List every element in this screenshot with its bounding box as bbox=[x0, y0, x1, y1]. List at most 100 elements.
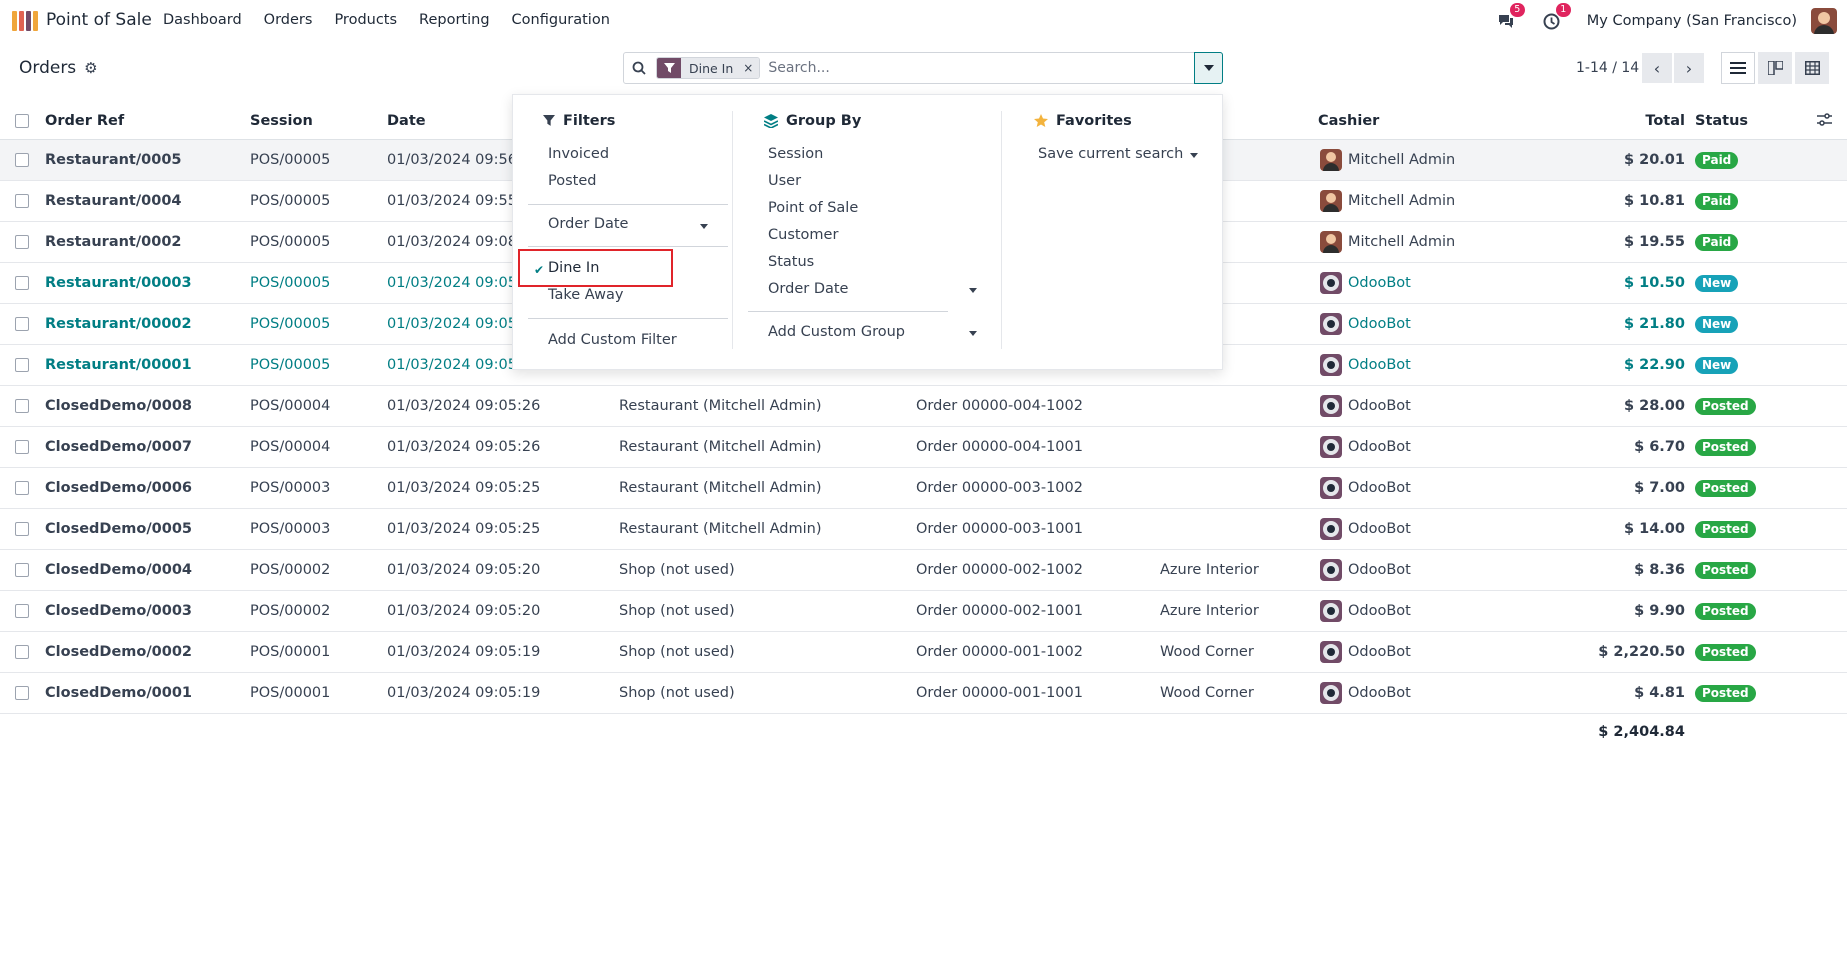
order-ref: ClosedDemo/0005 bbox=[45, 521, 193, 537]
gear-icon[interactable]: ⚙ bbox=[84, 59, 97, 77]
filter-posted[interactable]: Posted bbox=[548, 173, 596, 189]
messages-badge: 5 bbox=[1509, 3, 1525, 17]
filter-order-date[interactable]: Order Date bbox=[548, 216, 628, 232]
status-badge: Posted bbox=[1695, 643, 1756, 661]
session: POS/00005 bbox=[250, 193, 331, 209]
search-bar: Dine In × bbox=[623, 52, 1223, 84]
menu-dashboard[interactable]: Dashboard bbox=[163, 12, 242, 28]
cashier-name: OdooBot bbox=[1348, 603, 1411, 619]
row-checkbox[interactable] bbox=[15, 317, 29, 331]
order-ref: Restaurant/00001 bbox=[45, 357, 192, 373]
col-cashier[interactable]: Cashier bbox=[1318, 113, 1379, 129]
cashier-avatar bbox=[1320, 600, 1342, 622]
cashier-name: OdooBot bbox=[1348, 398, 1411, 414]
kanban-view-button[interactable] bbox=[1758, 52, 1792, 84]
menu-products[interactable]: Products bbox=[334, 12, 397, 28]
pager-value[interactable]: 1-14 / 14 bbox=[1576, 60, 1639, 76]
col-date[interactable]: Date bbox=[387, 113, 426, 129]
order-total: $ 20.01 bbox=[1623, 152, 1685, 168]
groupby-status[interactable]: Status bbox=[768, 254, 814, 270]
cashier-name: OdooBot bbox=[1348, 521, 1411, 537]
systray: 5 1 My Company (San Francisco) bbox=[1495, 0, 1847, 42]
menu-orders[interactable]: Orders bbox=[264, 12, 313, 28]
row-checkbox[interactable] bbox=[15, 399, 29, 413]
row-checkbox[interactable] bbox=[15, 563, 29, 577]
row-checkbox[interactable] bbox=[15, 604, 29, 618]
row-checkbox[interactable] bbox=[15, 358, 29, 372]
groupby-customer[interactable]: Customer bbox=[768, 227, 838, 243]
status-badge: Posted bbox=[1695, 561, 1756, 579]
filter-invoiced[interactable]: Invoiced bbox=[548, 146, 609, 162]
facet-remove-icon[interactable]: × bbox=[743, 61, 753, 75]
table-row[interactable]: ClosedDemo/0008 POS/00004 01/03/2024 09:05… bbox=[0, 386, 1847, 427]
caret-down-icon[interactable] bbox=[969, 331, 977, 336]
messages-icon[interactable]: 5 bbox=[1495, 3, 1525, 32]
menu-reporting[interactable]: Reporting bbox=[419, 12, 490, 28]
status-badge: Posted bbox=[1695, 479, 1756, 497]
favorites-header: Favorites bbox=[1034, 113, 1132, 129]
table-row[interactable]: ClosedDemo/0003 POS/00002 01/03/2024 09:05… bbox=[0, 591, 1847, 632]
cashier-name[interactable]: OdooBot bbox=[1348, 316, 1411, 332]
order-ref: Restaurant/0002 bbox=[45, 234, 182, 250]
order-date: 01/03/2024 09:56:4 bbox=[387, 152, 532, 168]
table-row[interactable]: ClosedDemo/0001 POS/00001 01/03/2024 09:05… bbox=[0, 673, 1847, 714]
groupby-point-of-sale[interactable]: Point of Sale bbox=[768, 200, 858, 216]
status-badge: New bbox=[1695, 356, 1739, 374]
col-total[interactable]: Total bbox=[1645, 113, 1685, 129]
cashier-name: Mitchell Admin bbox=[1348, 193, 1456, 209]
top-navbar: Point of Sale Dashboard Orders Products … bbox=[0, 0, 1847, 42]
save-current-search[interactable]: Save current search bbox=[1038, 146, 1183, 162]
row-checkbox[interactable] bbox=[15, 686, 29, 700]
search-icon[interactable] bbox=[624, 61, 654, 75]
optional-columns-icon[interactable] bbox=[1817, 112, 1832, 130]
order-ref: ClosedDemo/0007 bbox=[45, 439, 193, 455]
search-input[interactable] bbox=[760, 53, 1222, 83]
company-switcher[interactable]: My Company (San Francisco) bbox=[1587, 13, 1797, 29]
table-row[interactable]: ClosedDemo/0004 POS/00002 01/03/2024 09:05… bbox=[0, 550, 1847, 591]
row-checkbox[interactable] bbox=[15, 235, 29, 249]
user-avatar[interactable] bbox=[1811, 8, 1837, 34]
add-custom-filter[interactable]: Add Custom Filter bbox=[548, 332, 677, 348]
row-checkbox[interactable] bbox=[15, 440, 29, 454]
search-options-panel: Filters Invoiced Posted Order Date ✔ Din… bbox=[512, 94, 1223, 370]
groupby-order-date[interactable]: Order Date bbox=[768, 281, 848, 297]
customer: Azure Interior bbox=[1160, 562, 1259, 578]
table-row[interactable]: ClosedDemo/0006 POS/00003 01/03/2024 09:05… bbox=[0, 468, 1847, 509]
search-options-toggle[interactable] bbox=[1194, 52, 1223, 84]
pager-previous-button[interactable]: ‹ bbox=[1642, 53, 1672, 83]
cashier-name[interactable]: OdooBot bbox=[1348, 357, 1411, 373]
row-checkbox[interactable] bbox=[15, 276, 29, 290]
row-checkbox[interactable] bbox=[15, 153, 29, 167]
col-order-ref[interactable]: Order Ref bbox=[45, 113, 124, 129]
groupby-user[interactable]: User bbox=[768, 173, 801, 189]
caret-down-icon[interactable] bbox=[1190, 153, 1198, 158]
filter-icon bbox=[657, 58, 681, 78]
row-checkbox[interactable] bbox=[15, 645, 29, 659]
col-session[interactable]: Session bbox=[250, 113, 313, 129]
app-name[interactable]: Point of Sale bbox=[46, 10, 152, 30]
filter-dine-in[interactable]: Dine In bbox=[548, 260, 599, 276]
pivot-view-button[interactable] bbox=[1795, 52, 1829, 84]
add-custom-group[interactable]: Add Custom Group bbox=[768, 324, 905, 340]
caret-down-icon[interactable] bbox=[969, 288, 977, 293]
order-ref: Restaurant/0005 bbox=[45, 152, 182, 168]
row-checkbox[interactable] bbox=[15, 522, 29, 536]
activities-clock-icon[interactable]: 1 bbox=[1541, 3, 1571, 32]
receipt-number: Order 00000-003-1002 bbox=[916, 480, 1083, 496]
row-checkbox[interactable] bbox=[15, 194, 29, 208]
table-row[interactable]: ClosedDemo/0002 POS/00001 01/03/2024 09:05… bbox=[0, 632, 1847, 673]
col-status[interactable]: Status bbox=[1695, 113, 1748, 129]
list-view-button[interactable] bbox=[1721, 52, 1755, 84]
table-row[interactable]: ClosedDemo/0007 POS/00004 01/03/2024 09:05… bbox=[0, 427, 1847, 468]
activities-badge: 1 bbox=[1555, 3, 1571, 17]
menu-configuration[interactable]: Configuration bbox=[512, 12, 610, 28]
row-checkbox[interactable] bbox=[15, 481, 29, 495]
select-all-checkbox[interactable] bbox=[15, 113, 29, 128]
caret-down-icon[interactable] bbox=[700, 224, 708, 229]
pos-app-icon[interactable] bbox=[12, 11, 38, 31]
pager-next-button[interactable]: › bbox=[1674, 53, 1704, 83]
filter-take-away[interactable]: Take Away bbox=[548, 287, 623, 303]
groupby-session[interactable]: Session bbox=[768, 146, 823, 162]
table-row[interactable]: ClosedDemo/0005 POS/00003 01/03/2024 09:05… bbox=[0, 509, 1847, 550]
cashier-name[interactable]: OdooBot bbox=[1348, 275, 1411, 291]
